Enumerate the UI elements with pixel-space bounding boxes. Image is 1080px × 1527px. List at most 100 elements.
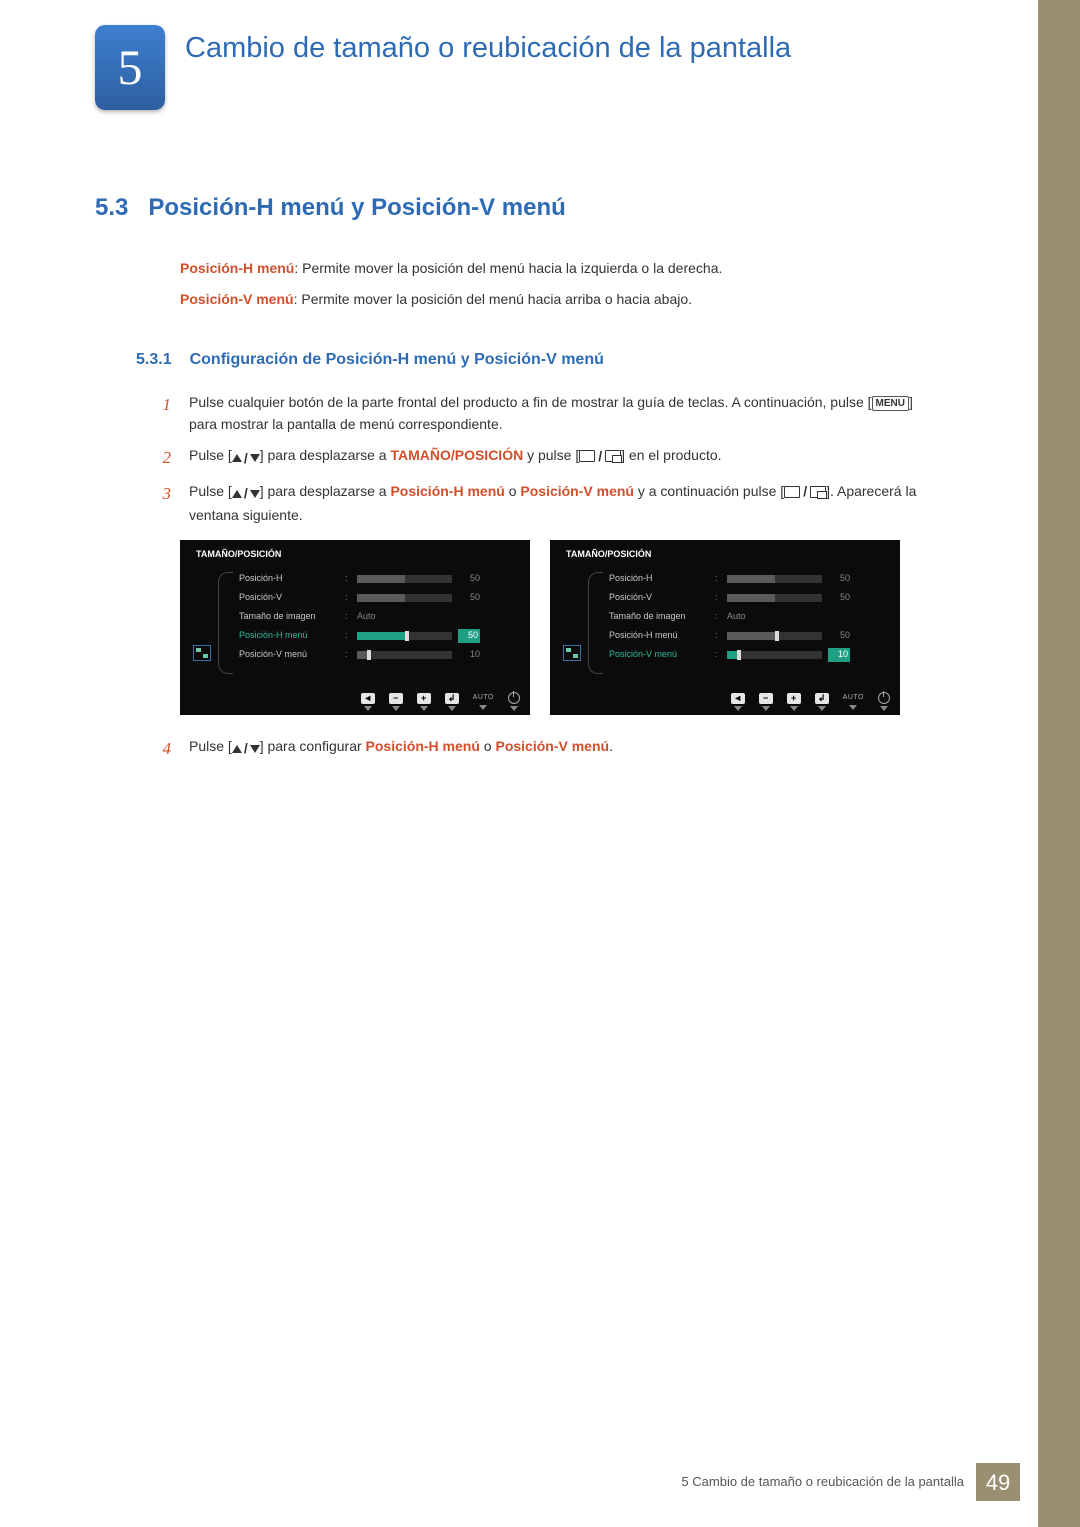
osd-label: Tamaño de imagen [239,610,339,624]
osd-value: 50 [828,572,850,586]
position-category-icon [563,645,581,661]
manual-page: 5 Cambio de tamaño o reubicación de la p… [0,0,1080,1527]
osd-colon: : [715,591,721,605]
triangle-up-icon [232,745,242,753]
side-stripe [1038,0,1080,1527]
arrow-down-icon [818,706,826,711]
osd-label: Posición-V [609,591,709,605]
osd-label: Tamaño de imagen [609,610,709,624]
step-4-container: 4 Pulse [/] para configurar Posición-H m… [157,736,917,772]
auto-label: AUTO [843,693,864,704]
osd-auto-button: AUTO [473,693,494,711]
osd-item-img-size: Tamaño de imagen : Auto [239,608,520,627]
osd-label-active: Posición-V menú [609,648,709,662]
rect-select-icon [810,486,826,498]
osd-title: TAMAÑO/POSICIÓN [196,548,520,562]
osd-items: Posición-H : 50 Posición-V : 50 Tamaño d… [239,570,520,674]
osd-slider [727,632,822,640]
arrow-down-icon [849,705,857,710]
osd-item-menu-h: Posición-H menú : 50 [239,627,520,646]
intro-h-label: Posición-H menú [180,260,294,276]
osd-title: TAMAÑO/POSICIÓN [566,548,890,562]
triangle-up-icon [232,454,242,462]
plus-icon: + [417,693,431,704]
step-2-keyword: TAMAÑO/POSICIÓN [390,447,523,463]
section-number: 5.3 [95,190,128,226]
arrow-down-icon [392,706,400,711]
subsection-number: 5.3.1 [136,348,172,372]
chapter-number-badge: 5 [95,25,165,110]
step-3-b: ] para desplazarse a [260,483,391,499]
step-3-text: Pulse [/] para desplazarse a Posición-H … [189,481,917,527]
osd-item-menu-v: Posición-V menú : 10 [609,646,890,665]
triangle-up-icon [232,490,242,498]
step-3-or1: o [505,483,521,499]
osd-auto-value: Auto [357,610,376,624]
chapter-header: 5 Cambio de tamaño o reubicación de la p… [95,25,791,110]
osd-enter-button: ↲ [445,693,459,711]
intro-v: Posición-V menú: Permite mover la posici… [180,289,910,310]
step-1-text: Pulse cualquier botón de la parte fronta… [189,392,917,435]
osd-slider [727,594,822,602]
osd-slider [357,594,452,602]
step-3: 3 Pulse [/] para desplazarse a Posición-… [157,481,917,527]
osd-items: Posición-H : 50 Posición-V : 50 Tamaño d… [609,570,890,674]
triangle-down-icon [250,490,260,498]
osd-colon: : [345,610,351,624]
osd-item-pos-h: Posición-H : 50 [239,570,520,589]
osd-slider [727,575,822,583]
osd-colon: : [345,629,351,643]
rect-icon [784,486,800,498]
osd-label-active: Posición-H menú [239,629,339,643]
osd-slider-active [357,632,452,640]
minus-icon: − [759,693,773,704]
page-number: 49 [976,1463,1020,1501]
step-4-kw2: Posición-V menú [495,738,609,754]
footer-text: 5 Cambio de tamaño o reubicación de la p… [681,1472,964,1492]
osd-value-active: 10 [828,648,850,662]
auto-label: AUTO [473,693,494,704]
plus-icon: + [787,693,801,704]
osd-icon-col [190,570,214,674]
osd-slider [357,575,452,583]
step-4-kw1: Posición-H menú [366,738,480,754]
enter-icon: ↲ [815,693,829,704]
intro-v-label: Posición-V menú [180,291,294,307]
section-title: Posición-H menú y Posición-V menú [148,190,565,226]
up-down-arrows-icon: / [232,448,260,470]
osd-label: Posición-H [609,572,709,586]
osd-button-bar: ◄ − + ↲ AUTO [731,692,890,711]
step-3-a: Pulse [ [189,483,232,499]
osd-button-bar: ◄ − + ↲ AUTO [361,692,520,711]
osd-enter-button: ↲ [815,693,829,711]
arrow-down-icon [420,706,428,711]
osd-colon: : [715,648,721,662]
osd-slider-active [727,651,822,659]
step-4-c: . [609,738,613,754]
arrow-down-icon [479,705,487,710]
slash-icon: / [598,446,602,468]
osd-item-pos-v: Posición-V : 50 [239,589,520,608]
chapter-title: Cambio de tamaño o reubicación de la pan… [185,31,791,66]
osd-power-button [508,692,520,711]
step-2-d: ] en el producto. [621,447,721,463]
back-icon: ◄ [361,693,375,704]
step-3-kw2: Posición-V menú [520,483,634,499]
osd-bracket [218,572,233,674]
osd-item-menu-h: Posición-H menú : 50 [609,627,890,646]
up-down-arrows-icon: / [232,738,260,760]
intro-v-desc: : Permite mover la posición del menú hac… [294,291,692,307]
osd-minus-button: − [389,693,403,711]
arrow-down-icon [510,706,518,711]
select-enter-icon: / [784,481,826,503]
position-category-icon [193,645,211,661]
osd-value: 50 [458,591,480,605]
intro-h: Posición-H menú: Permite mover la posici… [180,258,910,279]
subsection-heading: 5.3.1 Configuración de Posición-H menú y… [136,348,604,372]
enter-icon: ↲ [445,693,459,704]
slash-icon: / [244,483,248,505]
step-4-text: Pulse [/] para configurar Posición-H men… [189,736,917,760]
rect-select-icon [605,450,621,462]
arrow-down-icon [790,706,798,711]
arrow-down-icon [364,706,372,711]
